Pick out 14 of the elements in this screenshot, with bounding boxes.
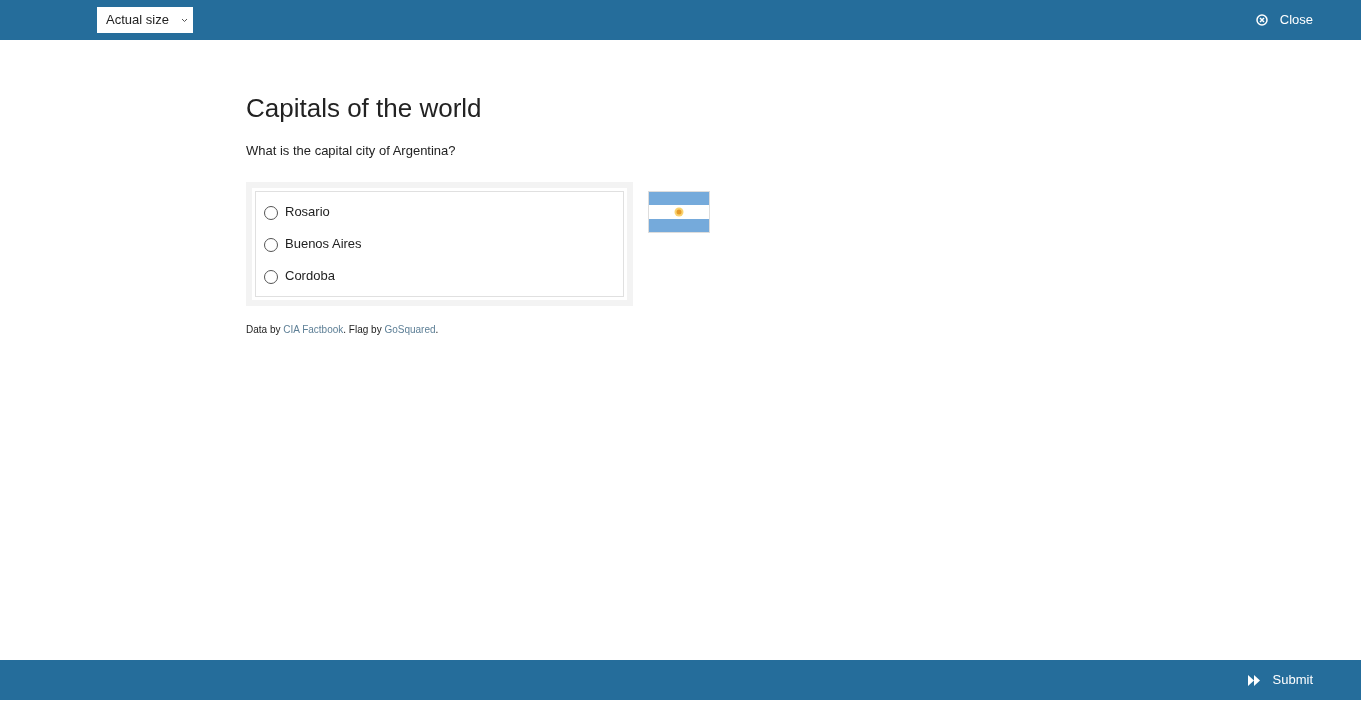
submit-button[interactable]: Submit [1247, 670, 1313, 690]
close-button[interactable]: Close [1255, 10, 1313, 30]
answer-option[interactable]: Buenos Aires [256, 227, 623, 260]
quiz-title: Capitals of the world [246, 92, 483, 124]
question-text: What is the capital city of Argentina? [246, 142, 457, 160]
credit-link[interactable]: GoSquared [384, 323, 436, 335]
close-icon [1255, 14, 1268, 26]
answer-option[interactable]: Rosario [256, 195, 623, 228]
caret-icon [180, 17, 188, 23]
credit-text: Data by CIA Factbook. Flag by GoSquared. [246, 322, 440, 337]
answer-option[interactable]: Cordoba [256, 259, 623, 292]
flag-picture [648, 191, 710, 233]
zoom-select[interactable]: Actual size [97, 7, 193, 33]
fast-forward-icon [1247, 674, 1260, 686]
